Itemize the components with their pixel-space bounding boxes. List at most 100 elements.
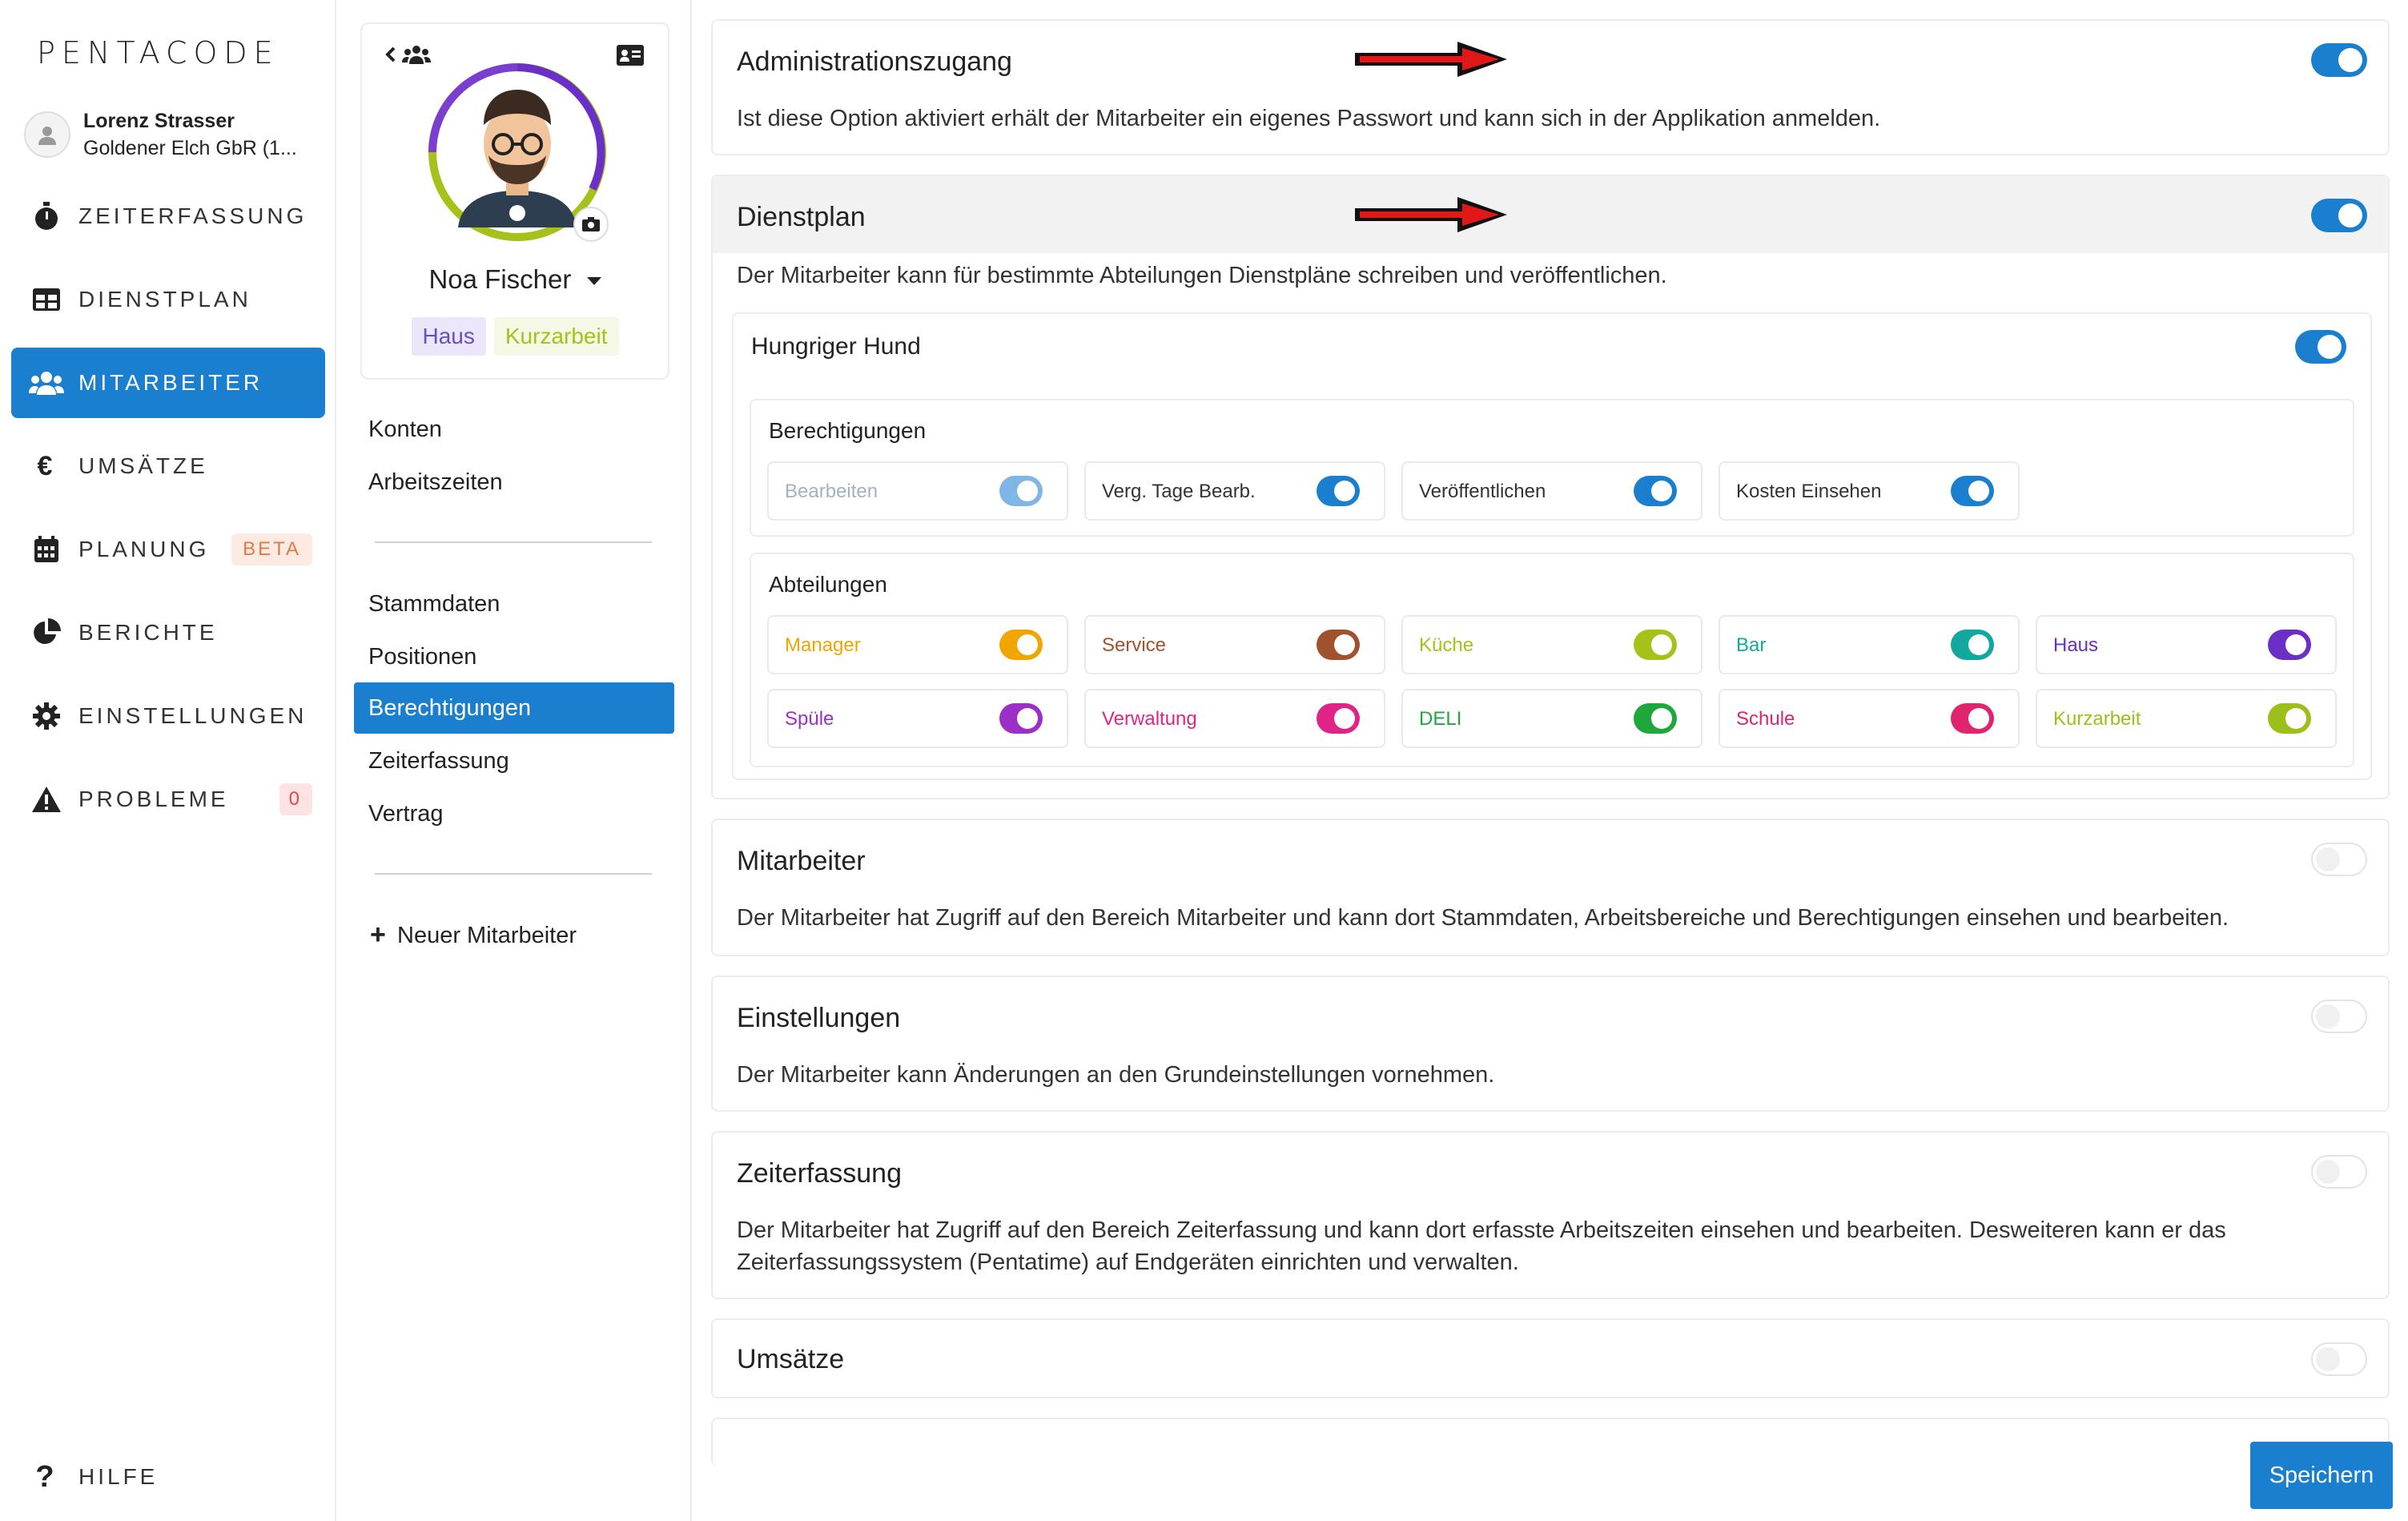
nav-hilfe[interactable]: ? HILFE [11,1442,325,1512]
save-button[interactable]: Speichern [2250,1442,2393,1509]
user-company: Goldener Elch GbR (1... [83,137,297,159]
nav-label: UMSÄTZE [78,453,208,478]
subnav-positionen[interactable]: Positionen [354,631,674,682]
departments-title: Abteilungen [769,572,887,597]
new-employee-button[interactable]: + Neuer Mitarbeiter [354,910,674,961]
department-toggle[interactable] [999,703,1043,734]
nav-label: EINSTELLUNGEN [78,703,308,728]
panel-einstellungen: Einstellungen Der Mitarbeiter kann Änder… [711,976,2390,1112]
subnav-konten[interactable]: Konten [354,404,674,455]
employee-name: Noa Fischer [428,264,572,294]
divider [375,873,652,875]
location-section: Hungriger Hund Berechtigungen Bearbeiten… [732,312,2372,780]
app-logo: PENTACODE [37,35,279,70]
mitarbeiter-toggle[interactable] [2311,843,2367,876]
nav-label: ZEITERFASSUNG [78,203,308,228]
change-photo-icon[interactable] [573,207,609,242]
permission-toggle[interactable] [1634,476,1677,506]
department-label: DELI [1419,708,1462,730]
zeiterfassung-toggle[interactable] [2311,1155,2367,1189]
department-label: Service [1102,634,1167,656]
dienstplan-toggle[interactable] [2311,199,2367,232]
panel-administrationszugang: Administrationszugang Ist diese Option a… [711,19,2390,155]
department-toggle[interactable] [1634,703,1677,734]
id-card-icon[interactable] [617,45,644,70]
plus-icon: + [370,919,386,950]
umsaetze-toggle[interactable] [2311,1342,2367,1376]
panel-title: Einstellungen [737,1003,901,1033]
question-icon: ? [35,1459,58,1494]
panel-description: Der Mitarbeiter hat Zugriff auf den Bere… [737,1217,2226,1275]
department-chip: Schule [1719,689,2020,748]
panel-description: Der Mitarbeiter hat Zugriff auf den Bere… [737,905,2229,931]
permission-label: Verg. Tage Bearb. [1102,481,1256,502]
department-label: Manager [785,634,861,656]
permission-toggle[interactable] [1317,476,1360,506]
department-chip: Kurzarbeit [2036,689,2337,748]
nav-label: DIENSTPLAN [78,287,251,312]
subnav-stammdaten[interactable]: Stammdaten [354,578,674,630]
panel-description: Ist diese Option aktiviert erhält der Mi… [737,106,1881,131]
nav-probleme[interactable]: PROBLEME 0 [11,764,325,835]
department-toggle[interactable] [2268,703,2311,734]
employee-name-dropdown[interactable]: Noa Fischer [362,264,668,295]
permission-toggle[interactable] [999,476,1043,506]
department-label: Schule [1736,708,1795,730]
employee-tags: Haus Kurzarbeit [362,317,668,356]
department-label: Spüle [785,708,834,730]
tag-kurzarbeit: Kurzarbeit [493,317,619,356]
panel-title: Umsätze [737,1344,845,1374]
nav-berichte[interactable]: BERICHTE [11,598,325,668]
department-toggle[interactable] [1951,630,1994,660]
caret-down-icon [586,277,601,286]
department-toggle[interactable] [2268,630,2311,660]
panel-title: Dienstplan [737,202,866,232]
department-toggle[interactable] [999,630,1043,660]
departments-group: Abteilungen Manager Service Küche Bar Haus Sp… [750,553,2354,767]
department-chip: Verwaltung [1084,689,1385,748]
permissions-title: Berechtigungen [769,418,927,443]
department-label: Küche [1419,634,1474,656]
department-toggle[interactable] [1317,630,1360,660]
permission-chip: Verg. Tage Bearb. [1084,461,1385,521]
user-avatar-icon [24,111,70,158]
nav-label: MITARBEITER [78,370,263,395]
employee-card: Noa Fischer Haus Kurzarbeit [360,22,669,380]
employee-sidebar: Noa Fischer Haus Kurzarbeit Konten Arbei… [336,0,692,1521]
department-label: Haus [2053,634,2099,656]
location-toggle[interactable] [2295,330,2346,364]
nav-mitarbeiter[interactable]: MITARBEITER [11,348,325,418]
permission-chip: Bearbeiten [767,461,1068,521]
panel-partial [711,1418,2390,1466]
department-toggle[interactable] [1634,630,1677,660]
nav-dienstplan[interactable]: DIENSTPLAN [11,264,325,335]
warning-icon [29,786,64,813]
red-arrow-icon [1355,42,1507,77]
current-user[interactable]: Lorenz Strasser Goldener Elch GbR (1... [24,107,297,162]
subnav-berechtigungen[interactable]: Berechtigungen [354,682,674,734]
nav-einstellungen[interactable]: EINSTELLUNGEN [11,681,325,751]
panel-title: Administrationszugang [737,46,1012,77]
divider [375,541,652,543]
subnav-arbeitszeiten[interactable]: Arbeitszeiten [354,457,674,508]
department-chip: Küche [1401,615,1702,674]
nav-label: PROBLEME [78,787,229,811]
department-toggle[interactable] [1951,703,1994,734]
pie-chart-icon [29,618,64,647]
nav-label: PLANUNG [78,537,210,561]
main-sidebar: PENTACODE Lorenz Strasser Goldener Elch … [0,0,336,1521]
table-icon [29,288,64,312]
nav-label: HILFE [78,1464,159,1489]
panel-description: Der Mitarbeiter kann Änderungen an den G… [737,1062,1495,1088]
panel-title: Zeiterfassung [737,1158,902,1189]
department-toggle[interactable] [1317,703,1360,734]
einstellungen-toggle[interactable] [2311,1000,2367,1033]
permission-toggle[interactable] [1951,476,1994,506]
subnav-zeiterfassung[interactable]: Zeiterfassung [354,735,674,787]
nav-umsaetze[interactable]: € UMSÄTZE [11,431,325,501]
administrationszugang-toggle[interactable] [2311,43,2367,77]
subnav-vertrag[interactable]: Vertrag [354,788,674,839]
user-name: Lorenz Strasser [83,110,235,132]
nav-zeiterfassung[interactable]: ZEITERFASSUNG [11,181,325,251]
nav-planung[interactable]: PLANUNG BETA [11,514,325,585]
